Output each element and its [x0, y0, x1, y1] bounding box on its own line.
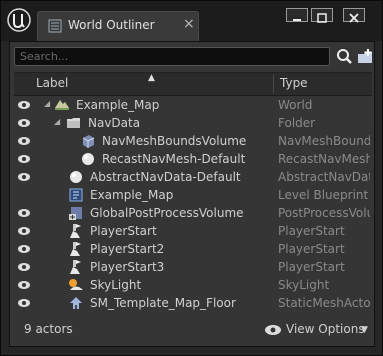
title-bar: World Outliner × [1, 1, 382, 41]
search-icon[interactable] [335, 48, 353, 66]
tab-close-button[interactable]: × [183, 16, 195, 32]
visibility-eye-icon[interactable] [17, 261, 31, 273]
expand-arrow-icon[interactable]: ◢ [54, 118, 62, 126]
tree-row[interactable]: SkyLight SkyLight [14, 276, 372, 294]
tree-row[interactable]: NavMeshBoundsVolume NavMeshBoundsV [14, 132, 372, 150]
blueprint-icon [69, 188, 83, 202]
row-type: PlayerStart [278, 260, 345, 274]
tree-row[interactable]: Example_Map Level Blueprint [14, 186, 372, 204]
row-label: NavData [88, 116, 141, 130]
visibility-eye-icon[interactable] [17, 243, 31, 255]
tree-row[interactable]: ◢ Example_Map World [14, 96, 372, 114]
playerstart-icon [70, 260, 81, 274]
world-icon [55, 100, 69, 110]
visibility-eye-icon[interactable] [17, 135, 31, 147]
column-divider[interactable] [273, 75, 274, 93]
row-label: RecastNavMesh-Default [102, 152, 246, 166]
expand-arrow-icon[interactable]: ◢ [44, 100, 52, 108]
outliner-icon [48, 19, 62, 33]
tree-row[interactable]: RecastNavMesh-Default RecastNavMesh [14, 150, 372, 168]
visibility-eye-icon[interactable] [17, 297, 31, 309]
close-window-button[interactable] [343, 8, 365, 23]
close-icon [349, 13, 359, 23]
add-folder-icon[interactable] [357, 48, 375, 66]
outliner-footer: 9 actors View Options ▼ [14, 318, 372, 344]
row-type: PlayerStart [278, 224, 345, 238]
search-placeholder: Search... [20, 50, 69, 63]
actor-count: 9 actors [24, 322, 73, 336]
view-options-label: View Options [286, 322, 365, 336]
maximize-button[interactable] [311, 8, 333, 23]
row-label: SM_Template_Map_Floor [90, 296, 236, 310]
row-type: RecastNavMesh [278, 152, 370, 166]
column-label-header[interactable]: Label [36, 76, 68, 90]
minimize-button[interactable] [286, 8, 308, 22]
row-label: PlayerStart2 [90, 242, 165, 256]
visibility-eye-icon[interactable] [17, 117, 31, 129]
world-outliner-window: World Outliner × Search... Label ▲ Type … [0, 0, 383, 356]
visibility-eye-icon[interactable] [17, 225, 31, 237]
tree-row[interactable]: SM_Template_Map_Floor StaticMeshActor [14, 294, 372, 312]
visibility-eye-icon[interactable] [17, 153, 31, 165]
staticmesh-icon [70, 297, 82, 309]
visibility-eye-icon[interactable] [17, 99, 31, 111]
maximize-icon [317, 13, 327, 23]
minimize-icon [293, 19, 301, 21]
row-label: NavMeshBoundsVolume [102, 134, 247, 148]
tab-world-outliner[interactable]: World Outliner × [37, 11, 199, 41]
tree-row[interactable]: AbstractNavData-Default AbstractNavData [14, 168, 372, 186]
row-type: PostProcessVolum [278, 206, 370, 220]
row-label: PlayerStart [90, 224, 157, 238]
outliner-panel: Search... Label ▲ Type ◢ Example_Map Wor… [9, 41, 375, 347]
tree-row[interactable]: GlobalPostProcessVolume PostProcessVolum [14, 204, 372, 222]
postprocess-icon [69, 207, 82, 220]
tree-row[interactable]: PlayerStart3 PlayerStart [14, 258, 372, 276]
playerstart-icon [70, 242, 81, 256]
row-type: Folder [278, 116, 316, 130]
column-type-header[interactable]: Type [280, 76, 308, 90]
row-label: AbstractNavData-Default [90, 170, 241, 184]
eye-icon [265, 325, 281, 335]
row-type: NavMeshBoundsV [278, 134, 370, 148]
view-options-button[interactable]: View Options ▼ [264, 320, 370, 340]
tree-row[interactable]: PlayerStart PlayerStart [14, 222, 372, 240]
search-row: Search... [14, 46, 372, 68]
playerstart-icon [70, 224, 81, 238]
visibility-eye-icon[interactable] [17, 207, 31, 219]
sphere-icon [70, 171, 82, 183]
tree-row[interactable]: ◢ NavData Folder [14, 114, 372, 132]
row-type: AbstractNavData [278, 170, 370, 184]
row-type: SkyLight [278, 278, 330, 292]
row-type: World [278, 98, 313, 112]
visibility-eye-icon[interactable] [17, 171, 31, 183]
chevron-down-icon: ▼ [361, 325, 368, 335]
row-label: SkyLight [90, 278, 142, 292]
search-input[interactable]: Search... [14, 47, 330, 66]
column-header: Label ▲ Type [14, 72, 372, 96]
row-label: PlayerStart3 [90, 260, 165, 274]
visibility-eye-icon[interactable] [17, 279, 31, 291]
sort-ascending-icon: ▲ [148, 73, 155, 83]
sphere-icon [82, 153, 94, 165]
row-type: StaticMeshActor [278, 296, 370, 310]
row-label: Example_Map [76, 98, 160, 112]
tree-row[interactable]: PlayerStart2 PlayerStart [14, 240, 372, 258]
outliner-tree: ◢ Example_Map World ◢ NavData Folder Nav… [14, 96, 372, 312]
skylight-icon [69, 279, 83, 290]
tab-title: World Outliner [68, 18, 155, 32]
row-type: Level Blueprint [278, 188, 369, 202]
row-label: GlobalPostProcessVolume [90, 206, 244, 220]
folder-icon [67, 118, 80, 128]
row-label: Example_Map [90, 188, 174, 202]
volume-icon [82, 135, 95, 148]
unreal-logo-icon [7, 8, 31, 32]
row-type: PlayerStart [278, 242, 345, 256]
